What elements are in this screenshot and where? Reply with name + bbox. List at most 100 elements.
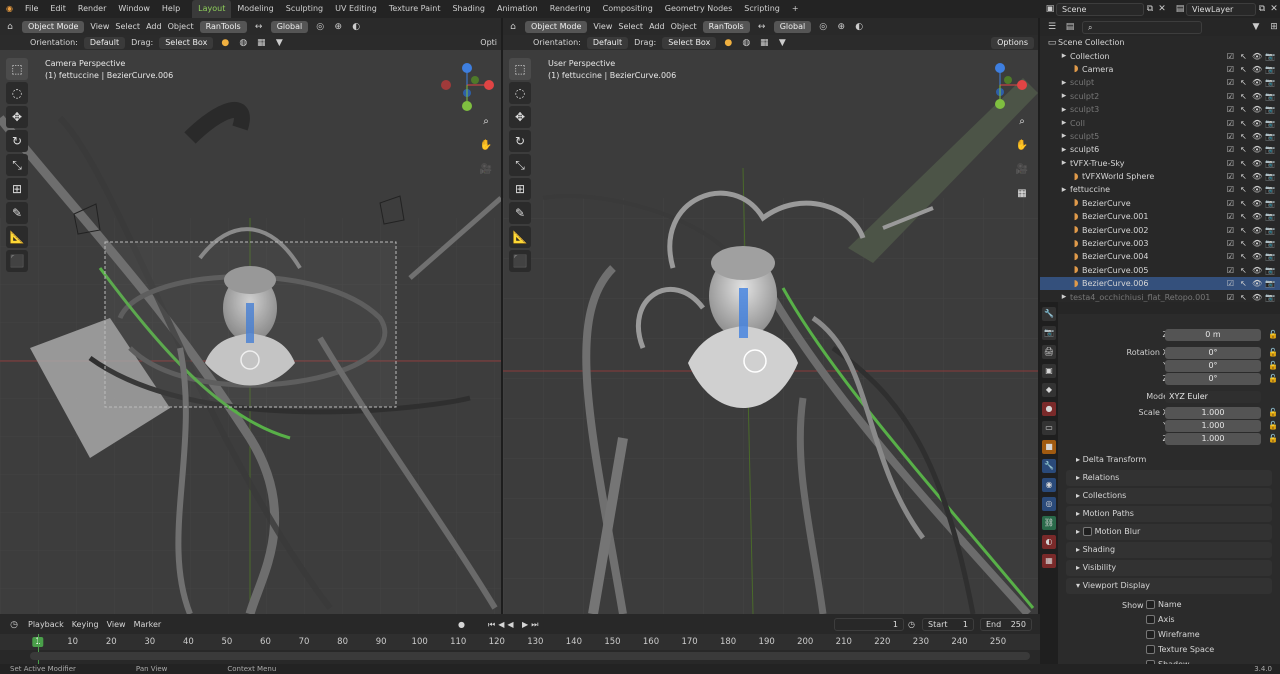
- checkbox[interactable]: [1146, 600, 1155, 609]
- panel-viewport-display[interactable]: ▾ Viewport Display: [1066, 578, 1272, 594]
- particles-tab-icon[interactable]: ◉: [1042, 478, 1056, 492]
- checkbox[interactable]: [1146, 615, 1155, 624]
- outliner-row[interactable]: ◗ BezierCurve.001 ☑ ↖ 👁 📷: [1040, 210, 1280, 223]
- object-tab-icon[interactable]: ■: [1042, 440, 1056, 454]
- lock-icon[interactable]: 🔓: [1268, 374, 1278, 383]
- view-menu[interactable]: View: [107, 620, 126, 629]
- menu-window[interactable]: Window: [112, 0, 156, 18]
- outliner-editor-icon[interactable]: ☰: [1046, 21, 1058, 33]
- select-arrow-icon[interactable]: ↖: [1239, 105, 1248, 114]
- outliner-row[interactable]: ▭ Scene Collection: [1040, 36, 1280, 49]
- new-collection-icon[interactable]: ⊞: [1268, 21, 1280, 33]
- scale-tool-icon[interactable]: ⤡: [509, 154, 531, 176]
- collection-tab-icon[interactable]: ▭: [1042, 421, 1056, 435]
- select-arrow-icon[interactable]: ↖: [1239, 212, 1248, 221]
- checkbox-icon[interactable]: ☑: [1226, 239, 1235, 248]
- camera-render-icon[interactable]: 📷: [1265, 279, 1275, 288]
- lock-icon[interactable]: 🔓: [1268, 421, 1278, 430]
- editor-type-icon[interactable]: ⌂: [4, 21, 16, 33]
- add-cube-tool-icon[interactable]: ⬛: [6, 250, 28, 272]
- rantools-dropdown[interactable]: RanTools: [702, 20, 750, 33]
- mode-dropdown[interactable]: Object Mode: [22, 20, 85, 33]
- viewlayer-new-icon[interactable]: ⧉: [1256, 3, 1268, 15]
- outliner-row[interactable]: ◗ BezierCurve ☑ ↖ 👁 📷: [1040, 197, 1280, 210]
- select-arrow-icon[interactable]: ↖: [1239, 159, 1248, 168]
- scale-tool-icon[interactable]: ⤡: [6, 154, 28, 176]
- camera-view-icon[interactable]: 🎥: [1013, 160, 1031, 178]
- outliner-search-input[interactable]: ⌕: [1082, 20, 1202, 34]
- eye-icon[interactable]: 👁: [1252, 293, 1262, 302]
- rantools-dropdown[interactable]: RanTools: [199, 20, 247, 33]
- property-value-field[interactable]: XYZ Euler: [1165, 390, 1261, 403]
- options-button[interactable]: Opti: [480, 38, 501, 47]
- eye-icon[interactable]: 👁: [1252, 172, 1262, 181]
- outliner-filter-icon[interactable]: ▼: [1250, 21, 1262, 33]
- outliner-row[interactable]: ▸ sculpt2 ☑ ↖ 👁 📷: [1040, 90, 1280, 103]
- checkbox[interactable]: [1146, 645, 1155, 654]
- outliner-row[interactable]: ▸ tVFX-True-Sky ☑ ↖ 👁 📷: [1040, 157, 1280, 170]
- outliner-row[interactable]: ▸ sculpt ☑ ↖ 👁 📷: [1040, 76, 1280, 89]
- select-arrow-icon[interactable]: ↖: [1239, 252, 1248, 261]
- snap-icon[interactable]: ⊕: [835, 21, 847, 33]
- eye-icon[interactable]: 👁: [1252, 119, 1262, 128]
- orientation-dropdown[interactable]: Default: [83, 36, 126, 49]
- camera-render-icon[interactable]: 📷: [1265, 185, 1275, 194]
- measure-tool-icon[interactable]: 📐: [6, 226, 28, 248]
- eye-icon[interactable]: 👁: [1252, 212, 1262, 221]
- timeline-editor-icon[interactable]: ◷: [8, 619, 20, 631]
- camera-render-icon[interactable]: 📷: [1265, 239, 1275, 248]
- tab-layout[interactable]: Layout: [192, 0, 232, 18]
- preview-range-icon[interactable]: ◷: [908, 620, 915, 629]
- tab-texture-paint[interactable]: Texture Paint: [383, 0, 447, 18]
- select-arrow-icon[interactable]: ↖: [1239, 92, 1248, 101]
- scene-tab-icon[interactable]: ◆: [1042, 383, 1056, 397]
- left-viewport[interactable]: ⌂ Object Mode View Select Add Object Ran…: [0, 18, 501, 614]
- outliner-row[interactable]: ◗ BezierCurve.005 ☑ ↖ 👁 📷: [1040, 264, 1280, 277]
- outliner-row[interactable]: ▸ sculpt6 ☑ ↖ 👁 📷: [1040, 143, 1280, 156]
- camera-render-icon[interactable]: 📷: [1265, 172, 1275, 181]
- current-frame-field[interactable]: 1: [834, 618, 904, 631]
- data-tab-icon[interactable]: ◐: [1042, 535, 1056, 549]
- camera-render-icon[interactable]: 📷: [1265, 145, 1275, 154]
- auto-keying-icon[interactable]: ●: [458, 620, 465, 629]
- move-tool-icon[interactable]: ✥: [6, 106, 28, 128]
- eye-icon[interactable]: 👁: [1252, 145, 1262, 154]
- checkbox-icon[interactable]: ☑: [1226, 92, 1235, 101]
- perspective-toggle-icon[interactable]: ▦: [1013, 184, 1031, 202]
- view-layer-tab-icon[interactable]: ▣: [1042, 364, 1056, 378]
- checkbox-icon[interactable]: ☑: [1226, 119, 1235, 128]
- camera-render-icon[interactable]: 📷: [1265, 78, 1275, 87]
- select-box-tool-icon[interactable]: ⬚: [6, 58, 28, 80]
- checkbox-icon[interactable]: ☑: [1226, 105, 1235, 114]
- checkbox-icon[interactable]: ☑: [1226, 145, 1235, 154]
- eye-icon[interactable]: 👁: [1252, 266, 1262, 275]
- zoom-icon[interactable]: ⌕: [477, 112, 495, 130]
- transform-tool-icon[interactable]: ⊞: [509, 178, 531, 200]
- panel-collections[interactable]: ▸ Collections: [1066, 488, 1272, 504]
- checkbox-icon[interactable]: ☑: [1226, 266, 1235, 275]
- proportional-icon[interactable]: ◐: [350, 21, 362, 33]
- select-arrow-icon[interactable]: ↖: [1239, 226, 1248, 235]
- checkbox-icon[interactable]: ☑: [1226, 159, 1235, 168]
- camera-render-icon[interactable]: 📷: [1265, 159, 1275, 168]
- camera-render-icon[interactable]: 📷: [1265, 212, 1275, 221]
- select-arrow-icon[interactable]: ↖: [1239, 185, 1248, 194]
- tab-uv-editing[interactable]: UV Editing: [329, 0, 383, 18]
- end-frame-field[interactable]: End 250: [980, 618, 1032, 631]
- motion-blur-checkbox[interactable]: [1082, 527, 1092, 536]
- properties-search-bar[interactable]: [1058, 302, 1280, 314]
- select-arrow-icon[interactable]: ↖: [1239, 145, 1248, 154]
- rotate-tool-icon[interactable]: ↻: [509, 130, 531, 152]
- pan-hand-icon[interactable]: ✋: [477, 136, 495, 154]
- property-value-field[interactable]: 1.000: [1165, 419, 1261, 432]
- show-name-option[interactable]: Name: [1146, 600, 1182, 609]
- scene-icon[interactable]: ▣: [1044, 3, 1056, 15]
- playback-menu[interactable]: Playback: [28, 620, 64, 629]
- outliner-row[interactable]: ▸ Collection ☑ ↖ 👁 📷: [1040, 49, 1280, 62]
- annotate-tool-icon[interactable]: ✎: [509, 202, 531, 224]
- checkbox-icon[interactable]: ☑: [1226, 78, 1235, 87]
- outliner-row[interactable]: ◗ BezierCurve.003 ☑ ↖ 👁 📷: [1040, 237, 1280, 250]
- drag-dropdown[interactable]: Select Box: [662, 36, 717, 49]
- shading-icon[interactable]: ●: [722, 37, 734, 49]
- select-arrow-icon[interactable]: ↖: [1239, 199, 1248, 208]
